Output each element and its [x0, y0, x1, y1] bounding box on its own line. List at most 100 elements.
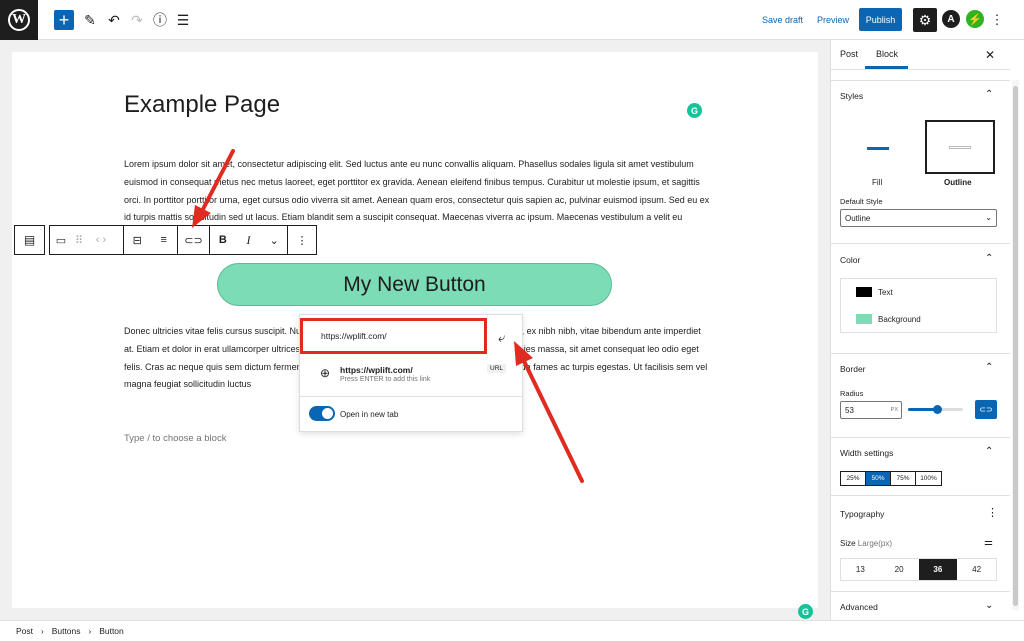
sidebar-tabs: Post Block [830, 40, 1010, 70]
text-color-item[interactable]: Text [856, 287, 893, 297]
style-outline-label: Outline [944, 178, 972, 187]
sidebar-scrollbar-thumb[interactable] [1013, 86, 1018, 606]
panel-divider [830, 80, 1010, 81]
block-toolbar: ▭ ⠿ ‹ › ⊟ ≡ ⊂⊃ B I ⌄ ⋮ [49, 225, 317, 255]
font-size-13-button[interactable]: 13 [841, 559, 880, 580]
link-suggestion-title[interactable]: https://wplift.com/ [340, 365, 413, 375]
info-icon[interactable]: ⓘ [150, 9, 170, 31]
open-new-tab-label: Open in new tab [340, 410, 399, 419]
color-panel-title[interactable]: Color [840, 255, 860, 265]
custom-size-settings-icon[interactable]: ⚌ [984, 537, 993, 548]
astra-button[interactable]: A [942, 10, 960, 28]
pencil-icon[interactable]: ✎ [80, 9, 100, 31]
style-outline-option[interactable] [925, 120, 995, 174]
style-fill-option[interactable] [840, 120, 910, 174]
font-size-42-button[interactable]: 42 [957, 559, 996, 580]
justify-icon[interactable]: ⊟ [124, 234, 151, 247]
block-appender-placeholder[interactable]: Type / to choose a block [124, 433, 226, 444]
popover-divider [299, 396, 523, 397]
breadcrumb-button[interactable]: Button [99, 626, 124, 636]
advanced-panel-title[interactable]: Advanced [840, 602, 878, 612]
tab-block[interactable]: Block [876, 49, 898, 59]
size-hint: Large(px) [857, 539, 893, 548]
chevron-up-icon[interactable]: ⌃ [985, 446, 993, 457]
select-parent-block-button[interactable]: ▤ [14, 225, 45, 255]
link-url-input[interactable]: https://wplift.com/ [300, 318, 487, 354]
settings-button[interactable]: ⚙ [913, 8, 937, 32]
width-75-button[interactable]: 75% [891, 472, 916, 485]
background-color-item[interactable]: Background [856, 314, 921, 324]
width-100-button[interactable]: 100% [916, 472, 941, 485]
breadcrumb-buttons[interactable]: Buttons [52, 626, 81, 636]
default-style-label: Default Style [840, 197, 883, 206]
chevron-right-icon: › [41, 626, 44, 636]
background-color-swatch [856, 314, 872, 324]
width-button-group: 25% 50% 75% 100% [840, 471, 942, 486]
breadcrumb-post[interactable]: Post [16, 626, 33, 636]
align-icon[interactable]: ≡ [151, 234, 178, 246]
link-radius-button[interactable]: ⊂⊃ [975, 400, 997, 419]
submit-link-icon[interactable]: ⤶ [498, 330, 505, 346]
chevron-up-icon[interactable]: ⌃ [985, 89, 993, 100]
add-block-button[interactable]: + [54, 10, 74, 30]
text-color-swatch [856, 287, 872, 297]
close-icon[interactable]: ✕ [985, 48, 995, 62]
font-size-picker: 13 20 36 42 [840, 558, 997, 581]
typography-panel-title[interactable]: Typography [840, 509, 884, 519]
gear-icon: ⚙ [918, 11, 932, 28]
radius-slider-handle[interactable] [933, 405, 942, 414]
redo-icon[interactable]: ↷ [127, 9, 147, 31]
breadcrumb: Post › Buttons › Button [0, 620, 1024, 641]
chevron-up-icon[interactable]: ⌃ [985, 362, 993, 373]
italic-icon[interactable]: I [236, 233, 262, 248]
wordpress-logo-button[interactable]: W [0, 0, 38, 40]
more-formats-chevron-icon[interactable]: ⌄ [261, 234, 287, 247]
radius-value: 53 [845, 405, 854, 415]
chevron-down-icon[interactable]: ⌄ [985, 600, 993, 611]
panel-divider [830, 437, 1010, 438]
grammarly-icon[interactable]: G [798, 604, 813, 619]
width-panel-title[interactable]: Width settings [840, 448, 893, 458]
button-block-icon[interactable]: ▭ [50, 234, 72, 247]
size-label-text: Size [840, 539, 856, 548]
font-size-36-button[interactable]: 36 [918, 559, 958, 580]
width-25-button[interactable]: 25% [841, 472, 866, 485]
style-fill-label: Fill [872, 178, 883, 187]
background-color-label: Background [878, 314, 921, 324]
typography-options-icon[interactable]: ⋮ [987, 506, 998, 519]
open-new-tab-toggle[interactable] [309, 406, 335, 421]
grammarly-icon[interactable]: G [687, 103, 702, 118]
save-draft-button[interactable]: Save draft [762, 9, 803, 31]
link-suggestion-hint: Press ENTER to add this link [340, 376, 431, 383]
drag-handle-icon[interactable]: ⠿ [72, 234, 86, 247]
default-style-select[interactable]: Outline ⌄ [840, 209, 997, 227]
radius-input[interactable]: 53 PX [840, 401, 902, 419]
panel-divider [830, 591, 1010, 592]
link-icon: ⊂⊃ [979, 405, 993, 414]
block-options-icon[interactable]: ⋮ [288, 234, 316, 247]
more-options-icon[interactable]: ⋮ [990, 9, 1004, 31]
wordpress-icon: W [8, 9, 30, 31]
bold-icon[interactable]: B [210, 234, 236, 246]
width-50-button[interactable]: 50% [866, 472, 891, 485]
chevron-up-icon[interactable]: ⌃ [985, 253, 993, 264]
globe-icon: ⊕ [320, 366, 331, 380]
undo-icon[interactable]: ↶ [104, 9, 124, 31]
jetpack-button[interactable]: ⚡ [966, 10, 984, 28]
url-badge: URL [487, 364, 507, 373]
styles-panel-title[interactable]: Styles [840, 91, 863, 101]
active-tab-indicator [865, 66, 908, 69]
publish-button[interactable]: Publish [859, 8, 902, 31]
button-block[interactable]: My New Button [217, 263, 612, 306]
buttons-block-icon: ▤ [23, 233, 36, 247]
list-view-icon[interactable]: ☰ [173, 9, 193, 31]
font-size-20-button[interactable]: 20 [880, 559, 919, 580]
top-toolbar: W + ✎ ↶ ↷ ⓘ ☰ Save draft Preview Publish… [0, 0, 1024, 40]
link-icon[interactable]: ⊂⊃ [178, 234, 209, 247]
tab-post[interactable]: Post [840, 49, 858, 59]
move-arrows-icon[interactable]: ‹ › [86, 234, 116, 246]
border-panel-title[interactable]: Border [840, 364, 866, 374]
preview-button[interactable]: Preview [817, 9, 849, 31]
page-title[interactable]: Example Page [124, 91, 280, 119]
text-color-label: Text [878, 287, 893, 297]
